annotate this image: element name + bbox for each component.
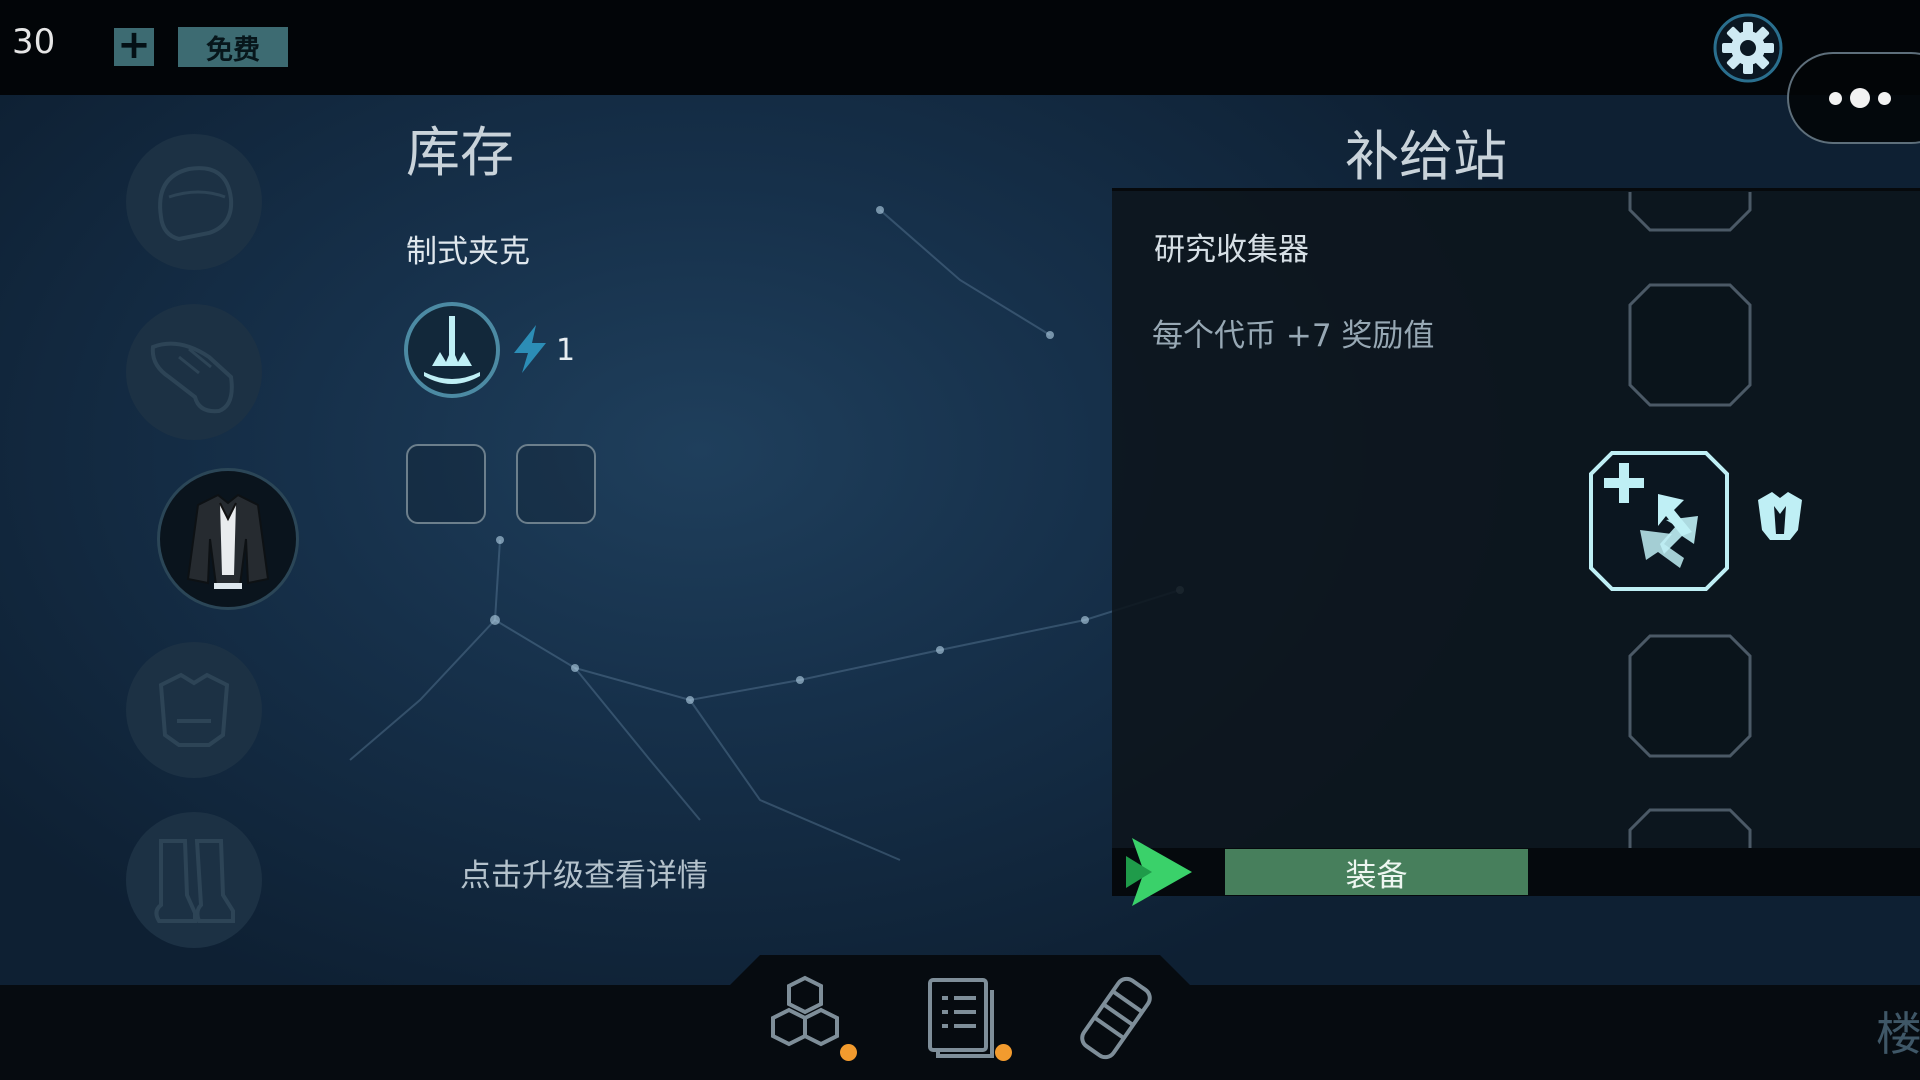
mod-slot-2[interactable] (516, 444, 596, 524)
cubes-notification-badge (840, 1044, 857, 1061)
supply-slot-3[interactable] (1628, 634, 1752, 758)
add-currency-button[interactable]: + (114, 22, 154, 68)
category-gloves[interactable] (126, 304, 262, 440)
item-name: 制式夹克 (406, 234, 530, 270)
supply-slot-bottom[interactable] (1628, 808, 1752, 848)
energy-cost: 1 (556, 333, 576, 368)
gear-icon[interactable] (1712, 12, 1784, 84)
more-dot-right (1878, 91, 1891, 105)
supply-station-title: 补给站 (1345, 125, 1507, 188)
chest-armor-icon (1758, 492, 1802, 540)
helmet-icon (158, 166, 234, 242)
free-button[interactable]: 免费 (178, 27, 288, 67)
play-arrow-icon[interactable] (1122, 832, 1200, 912)
list-notification-badge (995, 1044, 1012, 1061)
more-dot-center (1850, 88, 1870, 108)
mod-slot-1[interactable] (406, 444, 486, 524)
category-helmet[interactable] (126, 134, 262, 270)
jacket-icon (186, 493, 270, 589)
category-boots[interactable] (126, 812, 262, 948)
boots-icon (154, 839, 235, 923)
research-collector-icon[interactable] (1588, 450, 1730, 592)
plus-icon: + (117, 22, 151, 68)
more-dots-icon (1829, 91, 1842, 105)
player-level: 30 (12, 22, 56, 62)
more-menu-button[interactable] (1787, 52, 1920, 144)
document-list-icon[interactable] (912, 970, 1008, 1066)
upgrade-hint[interactable]: 点击升级查看详情 (460, 850, 708, 895)
canister-icon[interactable] (1068, 970, 1164, 1066)
category-jacket[interactable] (157, 468, 299, 610)
ground-strike-icon[interactable] (402, 300, 502, 400)
lightning-icon (514, 325, 546, 373)
glove-icon (150, 341, 234, 414)
inventory-title: 库存 (406, 121, 514, 184)
supply-slot-1[interactable] (1628, 283, 1752, 407)
cubes-icon[interactable] (757, 970, 853, 1066)
equip-button[interactable]: 装备 (1225, 849, 1528, 895)
chest-armor-icon (158, 672, 230, 747)
game-screen: 30 + 免费 库存 制式夹克 1 点击升级查看详情 补给站 研究收集器 每个代… (0, 0, 1920, 1080)
top-bar (0, 0, 1920, 95)
supply-slot-top[interactable] (1628, 192, 1752, 232)
supply-item-description: 每个代币 +7 奖励值 (1152, 318, 1435, 354)
floor-label: 楼 (1876, 1007, 1920, 1061)
category-chest-armor[interactable] (126, 642, 262, 778)
supply-item-name: 研究收集器 (1154, 232, 1309, 268)
